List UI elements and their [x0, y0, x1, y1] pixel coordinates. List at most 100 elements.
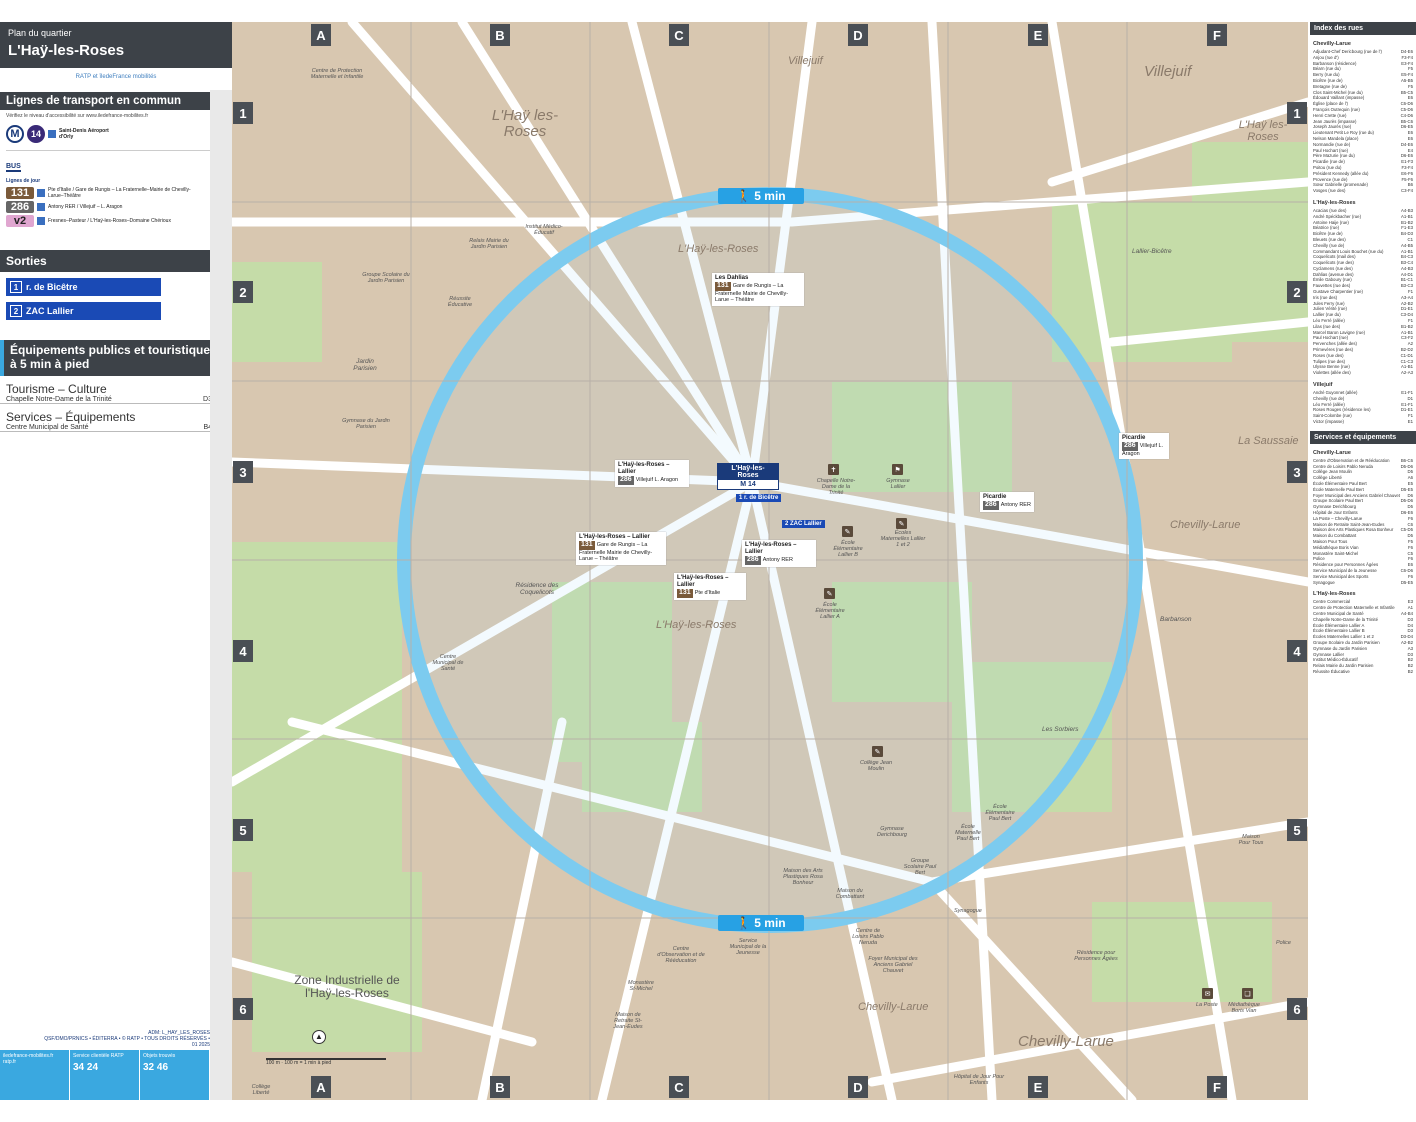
poi-police[interactable]: Police: [1276, 940, 1291, 946]
poi-list-item[interactable]: Centre Municipal de Santé B4: [0, 424, 218, 432]
gymnasium-icon[interactable]: ⚑: [892, 464, 903, 475]
accessibility-note: Vérifiez le niveau d'accessibilité sur w…: [6, 113, 149, 119]
stop-picardie-east[interactable]: Picardie 286 Villejuif L. Aragon: [1119, 433, 1169, 460]
poi-ecoles-maternelles-lallier[interactable]: Écoles Maternelles Lallier 1 et 2: [880, 530, 926, 548]
street-index-panel: Index des rues Chevilly-Larue Adjudant-Ch…: [1310, 22, 1416, 1100]
library-icon[interactable]: ❏: [1242, 988, 1253, 999]
place-la-saussaie: La Saussaie: [1238, 435, 1299, 447]
poi-service-jeunesse[interactable]: Service Municipal de la Jeunesse: [728, 938, 768, 956]
poi-gymnase-derichbourg[interactable]: Gymnase Derichbourg: [872, 826, 912, 838]
poi-maison-arts-plastiques[interactable]: Maison des Arts Plastiques Rosa Bonheur: [778, 868, 828, 886]
poi-hopital-jour[interactable]: Hôpital de Jour Pour Enfants: [952, 1074, 1006, 1086]
poi-chapelle[interactable]: Chapelle Notre-Dame de la Trinité: [814, 478, 858, 496]
left-panel: Plan du quartier L'Haÿ-les-Roses RATP et…: [0, 22, 232, 1100]
bus-line-v2[interactable]: v2 Fresnes–Pasteur / L'Haÿ-les-Roses–Dom…: [0, 214, 232, 228]
poi-centre-observation[interactable]: Centre d'Observation et de Rééducation: [656, 946, 706, 964]
stop-les-dahlias[interactable]: Les Dahlias 131 Gare de Rungis – La Frate…: [712, 273, 804, 306]
place-barbanson: Barbanson: [1160, 616, 1192, 623]
bus-label: BUS: [6, 163, 21, 172]
poi-maison-retraite[interactable]: Maison de Retraite St-Jean-Eudes: [608, 1012, 648, 1030]
chapel-icon[interactable]: ✝: [828, 464, 839, 475]
exit-1-flag-num: 1: [739, 495, 743, 501]
category-tourisme: Tourisme – Culture: [6, 381, 107, 396]
grid-row-1: 1: [233, 102, 253, 124]
bus-line-131[interactable]: 131 Pte d'Italie / Gare de Rungis – La F…: [0, 186, 232, 200]
school-icon[interactable]: ✎: [842, 526, 853, 537]
poi-gymnase-lallier[interactable]: Gymnase Lallier: [880, 478, 916, 490]
bus-line-286[interactable]: 286 Antony RER / Villejuif – L. Aragon: [0, 200, 232, 214]
poi-mediatheque[interactable]: Médiathèque Boris Vian: [1224, 1002, 1264, 1014]
footer-service-client[interactable]: Service clientèle RATP 34 24: [70, 1050, 140, 1100]
poi-ecole-mat-paul-bert[interactable]: École Maternelle Paul Bert: [950, 824, 986, 842]
exit-2-flag-label: ZAC Lallier: [790, 521, 822, 527]
exit-2-number: 2: [10, 305, 22, 317]
index-entry[interactable]: Victor (impasse) E1: [1310, 419, 1416, 425]
metro-destination: Saint-Denis Aéroport d'Orly: [59, 128, 109, 140]
stop-lallier-south[interactable]: L'Haÿ-les-Roses – Lallier 131 Pte d'Itali…: [674, 573, 746, 600]
poi-foyer-municipal[interactable]: Foyer Municipal des Anciens Gabriel Chau…: [868, 956, 918, 974]
poi-college-jean-moulin[interactable]: Collège Jean Moulin: [856, 760, 896, 772]
footer-service-title: Service clientèle RATP: [73, 1053, 124, 1059]
neighborhood-map[interactable]: A B C D E F A B C D E F 1 2 3 4 5 6 1 2 …: [232, 22, 1308, 1100]
contact-footer: iledefrance-mobilites.fr ratp.fr Service…: [0, 1050, 210, 1100]
poi-maison-pour-tous[interactable]: Maison Pour Tous: [1236, 834, 1266, 846]
poi-pmi[interactable]: Centre de Protection Maternelle et Infan…: [302, 68, 372, 80]
accessibility-icon: [48, 130, 56, 138]
poi-centre-loisirs[interactable]: Centre de Loisirs Pablo Neruda: [848, 928, 888, 946]
grid-row-2-right: 2: [1287, 281, 1307, 303]
school-icon[interactable]: ✎: [896, 518, 907, 529]
stop-name: Les Dahlias: [715, 275, 749, 281]
exit-2-button[interactable]: 2 ZAC Lallier: [6, 302, 161, 320]
poi-list-item[interactable]: Chapelle Notre-Dame de la Trinité D3: [0, 396, 218, 404]
poi-gymnase-jardin-parisien[interactable]: Gymnase du Jardin Parisien: [336, 418, 396, 430]
grid-col-d-bottom: D: [848, 1076, 868, 1098]
metro-row[interactable]: M 14 Saint-Denis Aéroport d'Orly: [0, 122, 232, 146]
exit-2-flag[interactable]: 2 ZAC Lallier: [782, 520, 825, 528]
poi-gs-jardin-parisien[interactable]: Groupe Scolaire du Jardin Parisien: [356, 272, 416, 284]
walk-5min-bottom: 🚶 5 min: [718, 915, 804, 931]
footer-web[interactable]: iledefrance-mobilites.fr ratp.fr: [0, 1050, 70, 1100]
index-entry[interactable]: Réussite Éducative B2: [1310, 669, 1416, 675]
metro-line-14-icon: 14: [27, 125, 45, 143]
credits-line: QSF/DMO/PRNICS • ÉDITERRA • © RATP • TOU…: [44, 1036, 210, 1048]
poi-monastere[interactable]: Monastère St-Michel: [626, 980, 656, 992]
poi-synagogue[interactable]: Synagogue: [954, 908, 982, 914]
poi-institut-medico[interactable]: Institut Médico-Éducatif: [524, 224, 564, 236]
poi-relais-mairie[interactable]: Relais Mairie du Jardin Parisien: [464, 238, 514, 250]
stop-lallier-east[interactable]: L'Haÿ-les-Roses – Lallier 286 Antony RER: [742, 540, 816, 567]
index-entry-name: Synagogue: [1313, 579, 1335, 585]
poi-ecole-elem-paul-bert[interactable]: École Élémentaire Paul Bert: [980, 804, 1020, 822]
poi-college-liberte[interactable]: Collège Liberté: [246, 1084, 276, 1096]
poi-ecole-lallier-a[interactable]: École Élémentaire Lallier A: [810, 602, 850, 620]
walk-label-top: 5 min: [754, 189, 786, 203]
divider: [6, 150, 226, 151]
stop-direction: Antony RER: [762, 557, 793, 564]
stop-picardie-south[interactable]: Picardie 286 Antony RER: [980, 492, 1034, 512]
post-office-icon[interactable]: ✉: [1202, 988, 1213, 999]
panel-separator: [210, 90, 232, 1100]
place-zone-industrielle: Zone Industrielle de l'Haÿ-les-Roses: [294, 973, 400, 1000]
grid-col-f: F: [1207, 24, 1227, 46]
footer-lost-found[interactable]: Objets trouvés 32 46: [140, 1050, 210, 1100]
school-icon[interactable]: ✎: [824, 588, 835, 599]
poi-gs-paul-bert[interactable]: Groupe Scolaire Paul Bert: [902, 858, 938, 876]
exit-1-flag[interactable]: 1 r. de Bicêtre: [736, 494, 782, 502]
stop-lallier-west[interactable]: L'Haÿ-les-Roses – Lallier 131 Gare de Run…: [576, 532, 666, 565]
poi-ecole-lallier-b[interactable]: École Élémentaire Lallier B: [828, 540, 868, 558]
place-chevilly-larue-2: Chevilly-Larue: [858, 1001, 929, 1013]
poi-reussite-educative[interactable]: Réussite Éducative: [440, 296, 480, 308]
grid-col-b-bottom: B: [490, 1076, 510, 1098]
walk-label-bottom: 5 min: [754, 916, 786, 930]
poi-la-poste[interactable]: La Poste: [1196, 1002, 1218, 1008]
exit-2-label: ZAC Lallier: [26, 306, 74, 316]
stop-lallier-north[interactable]: L'Haÿ-les-Roses – Lallier 286 Villejuif L…: [615, 460, 689, 487]
poi-centre-sante[interactable]: Centre Municipal de Santé: [428, 654, 468, 672]
poi-residence-personnes-agees[interactable]: Résidence pour Personnes Âgées: [1066, 950, 1126, 962]
poi-maison-combattant[interactable]: Maison du Combattant: [830, 888, 870, 900]
school-icon[interactable]: ✎: [872, 746, 883, 757]
metro-station-box[interactable]: L'Haÿ-les-Roses M 14: [717, 463, 779, 490]
exit-1-button[interactable]: 1 r. de Bicêtre: [6, 278, 161, 296]
title-block: Plan du quartier L'Haÿ-les-Roses: [0, 22, 232, 68]
index-group-title: Chevilly-Larue: [1313, 449, 1351, 456]
sorties-heading: Sorties: [0, 250, 232, 272]
